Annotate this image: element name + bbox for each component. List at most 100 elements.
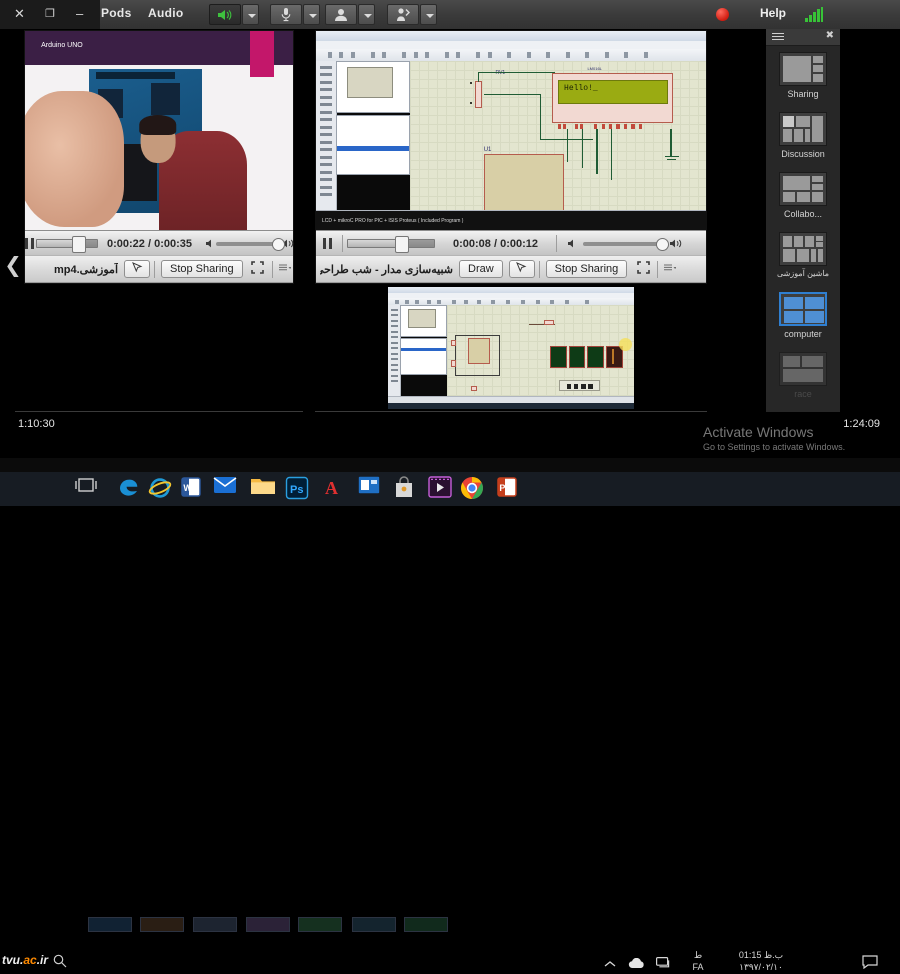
layout-thumbnail (779, 172, 827, 206)
close-icon[interactable]: ✖ (826, 30, 834, 41)
stop-sharing-button[interactable]: Stop Sharing (161, 260, 243, 278)
store-icon[interactable] (394, 476, 420, 502)
volume-mute-icon[interactable] (205, 234, 216, 254)
layout-thumbnail (779, 112, 827, 146)
microphone-icon (271, 5, 301, 24)
playback-controls: 0:00:08 / 0:00:12 (316, 230, 706, 257)
seven-segment-1 (550, 346, 567, 368)
speaker-dropdown[interactable] (242, 4, 259, 25)
microphone-dropdown[interactable] (303, 4, 320, 25)
pod-menu-button[interactable] (277, 260, 293, 278)
fullscreen-button[interactable] (248, 260, 268, 278)
taskview-icon[interactable] (75, 476, 101, 502)
pod-menu-icon (279, 263, 291, 275)
proteus-component-list (400, 338, 447, 375)
draw-button[interactable]: Draw (459, 260, 503, 278)
volume-slider[interactable] (583, 242, 665, 246)
playback-controls: 0:00:22 / 0:00:35 (25, 230, 293, 257)
word-icon[interactable]: W (180, 476, 206, 502)
powerpoint-icon[interactable]: P (496, 476, 522, 502)
onedrive-icon[interactable] (628, 956, 646, 974)
action-center-icon[interactable] (862, 955, 878, 974)
layout-custom-fa[interactable]: ماشین آموزشی (766, 232, 840, 278)
menu-audio[interactable]: Audio (148, 6, 184, 20)
pointer-icon (516, 262, 527, 276)
media-player-icon[interactable] (428, 476, 454, 502)
raise-hand-button[interactable] (387, 4, 419, 25)
proteus-left-rail (388, 305, 401, 397)
fullscreen-button[interactable] (633, 260, 653, 278)
volume-mute-icon[interactable] (561, 234, 583, 254)
pod-file-name: شبیه‌سازی مدار - شب طراحی.mp4 (320, 263, 453, 276)
layout-discussion[interactable]: Discussion (766, 112, 840, 159)
layouts-panel: ✖ Sharing (766, 29, 840, 438)
stop-sharing-button[interactable]: Stop Sharing (546, 260, 628, 278)
help-menu[interactable]: Help (760, 6, 786, 20)
slide-accent-square (250, 31, 274, 77)
proteus-screen-2 (388, 287, 634, 409)
proteus-taskbar (388, 403, 634, 409)
photoshop-icon[interactable]: Ps (285, 476, 311, 502)
lcd-module: Hello!_ (552, 73, 674, 123)
file-explorer-icon[interactable] (250, 476, 276, 502)
language-indicator[interactable]: FA (688, 962, 708, 972)
layout-label: ماشین آموزشی (766, 269, 840, 278)
pod-menu-icon (664, 263, 676, 275)
edge-icon[interactable] (117, 476, 143, 502)
pointer-button[interactable] (124, 260, 150, 278)
pause-icon[interactable] (25, 234, 34, 254)
layout-computer[interactable]: computer (766, 292, 840, 339)
internet-explorer-icon[interactable] (148, 476, 174, 502)
microphone-button[interactable] (270, 4, 302, 25)
pod-menu-button[interactable] (662, 260, 678, 278)
meeting-stage: ❮ Arduino UNO (0, 29, 900, 438)
pause-icon[interactable] (316, 234, 338, 254)
proteus-component-list (336, 115, 410, 175)
restore-icon[interactable]: ❐ (45, 6, 55, 22)
menu-bar: ✕ ❐ – Pods Audio (0, 0, 900, 29)
chevron-up-icon[interactable] (604, 955, 616, 973)
clock[interactable]: 01:15 ب.ظ (718, 950, 804, 961)
window-icon[interactable] (358, 476, 384, 502)
proteus-overview-panel (336, 61, 410, 113)
pod-file-name: آموزشی.mp4 (30, 263, 118, 276)
raise-hand-dropdown[interactable] (420, 4, 437, 25)
webcam-icon (326, 5, 356, 24)
share-pod-proteus-lcd[interactable]: RV1 Hello!_ LM016L (315, 30, 707, 284)
speaker-button[interactable] (209, 4, 241, 25)
network-icon[interactable] (656, 955, 671, 973)
chrome-icon[interactable] (460, 476, 486, 502)
seek-slider[interactable] (347, 239, 435, 248)
window-controls: ✕ ❐ – (0, 0, 100, 29)
elapsed-time: 1:10:30 (18, 418, 55, 430)
language-indicator-top[interactable]: ط (688, 950, 708, 961)
layout-race[interactable]: race (766, 352, 840, 399)
webcam-dropdown[interactable] (358, 4, 375, 25)
lcd-screen: Hello!_ (558, 80, 668, 105)
menu-pods[interactable]: Pods (101, 6, 132, 20)
hamburger-icon[interactable] (772, 33, 784, 41)
pod-title-bar: شبیه‌سازی مدار - شب طراحی.mp4 Draw Stop … (316, 255, 706, 283)
layout-collaboration[interactable]: Collabo... (766, 172, 840, 219)
share-pod-arduino[interactable]: Arduino UNO (24, 30, 294, 284)
seven-segment-2 (569, 346, 586, 368)
layout-label: Discussion (766, 149, 840, 159)
svg-text:Ps: Ps (290, 484, 303, 496)
mail-icon[interactable] (213, 476, 239, 502)
search-icon[interactable] (53, 954, 67, 973)
layout-sharing[interactable]: Sharing (766, 52, 840, 99)
fullscreen-icon (251, 261, 264, 277)
pod-video-area: RV1 Hello!_ LM016L (316, 31, 706, 231)
webcam-button[interactable] (325, 4, 357, 25)
layout-label: race (766, 389, 840, 399)
chevron-left-icon[interactable]: ❮ (3, 254, 23, 278)
volume-slider[interactable] (216, 242, 281, 246)
activate-windows-title: Activate Windows (703, 424, 813, 440)
minimize-icon[interactable]: – (76, 6, 83, 22)
seek-slider[interactable] (36, 239, 98, 248)
pointer-button[interactable] (509, 260, 535, 278)
record-dot-icon[interactable] (716, 8, 729, 21)
date[interactable]: ۱۳۹۷/۰۲/۱۰ (718, 962, 804, 973)
close-icon[interactable]: ✕ (14, 6, 25, 22)
adobe-acrobat-icon[interactable]: A (322, 476, 348, 502)
